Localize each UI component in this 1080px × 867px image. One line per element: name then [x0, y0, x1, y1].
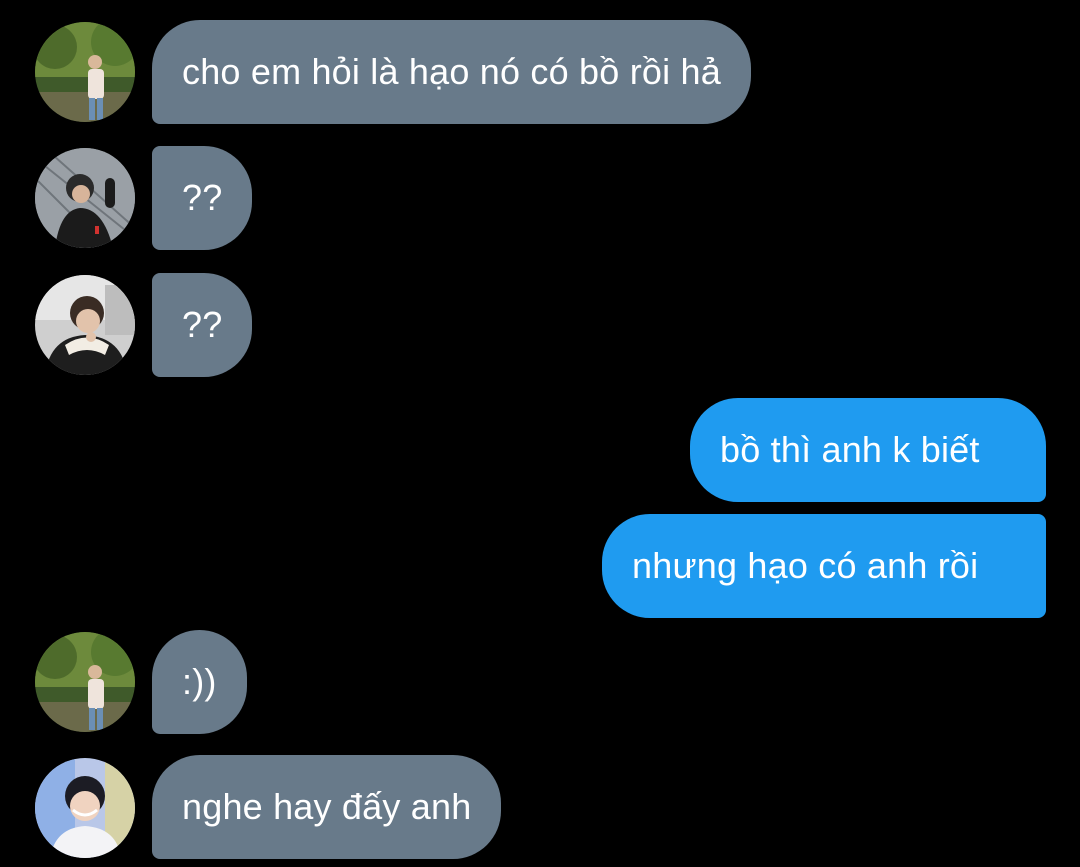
avatar[interactable]	[35, 758, 135, 858]
message-text: nghe hay đấy anh	[182, 786, 472, 827]
user-avatar-icon	[35, 148, 135, 248]
avatar[interactable]	[35, 632, 135, 732]
user-avatar-icon	[35, 275, 135, 375]
avatar[interactable]	[35, 22, 135, 122]
message-bubble-incoming[interactable]: cho em hỏi là hạo nó có bồ rồi hả	[152, 20, 751, 124]
message-text: nhưng hạo có anh rồi	[632, 545, 979, 586]
chat-thread: cho em hỏi là hạo nó có bồ rồi hả ?? ?? …	[0, 0, 1080, 867]
user-avatar-icon	[35, 758, 135, 858]
message-text: cho em hỏi là hạo nó có bồ rồi hả	[182, 51, 721, 92]
message-bubble-incoming[interactable]: :))	[152, 630, 247, 734]
message-text: ??	[182, 304, 223, 345]
message-text: :))	[182, 661, 217, 702]
message-bubble-incoming[interactable]: nghe hay đấy anh	[152, 755, 502, 859]
avatar[interactable]	[35, 148, 135, 248]
user-avatar-icon	[35, 632, 135, 732]
message-text: bồ thì anh k biết	[720, 429, 980, 470]
avatar[interactable]	[35, 275, 135, 375]
message-text: ??	[182, 177, 223, 218]
message-bubble-incoming[interactable]: ??	[152, 146, 253, 250]
message-bubble-incoming[interactable]: ??	[152, 273, 253, 377]
message-bubble-outgoing[interactable]: nhưng hạo có anh rồi	[602, 514, 1046, 618]
message-bubble-outgoing[interactable]: bồ thì anh k biết	[690, 398, 1046, 502]
user-avatar-icon	[35, 22, 135, 122]
